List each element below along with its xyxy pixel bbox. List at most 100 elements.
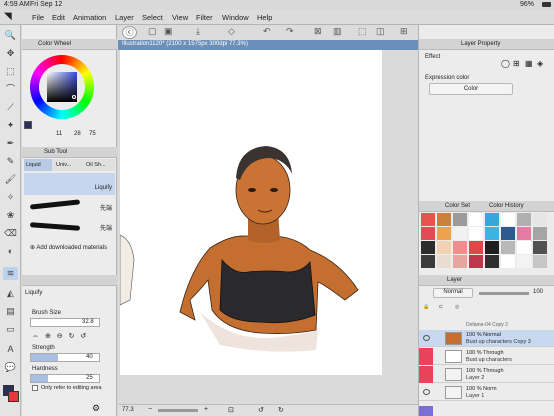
tab-univ[interactable]: Univ... [54, 159, 82, 171]
color-swatch[interactable] [469, 213, 483, 226]
magic-wand-icon[interactable]: ✦ [3, 119, 18, 132]
color-swatch[interactable] [485, 241, 499, 254]
zoom-value[interactable]: 77.3 [122, 407, 134, 413]
artboard[interactable] [119, 50, 382, 375]
color-swatch[interactable] [517, 213, 531, 226]
app-logo-icon[interactable]: ◥ [4, 11, 12, 22]
visibility-eye-icon[interactable] [423, 389, 430, 395]
fill-tool-icon[interactable]: ◭ [3, 287, 18, 300]
effect-icon-4[interactable]: ◈ [537, 59, 543, 68]
tab-color-set[interactable]: Color Set [445, 203, 470, 209]
lasso-tool-icon[interactable]: ⌒ [3, 83, 18, 96]
color-swatch[interactable] [517, 227, 531, 240]
blend-tool-icon[interactable]: ◐ [3, 245, 18, 258]
undo-icon[interactable]: ↶ [263, 26, 271, 37]
layer-row[interactable]: 100 % Normal Bust up characters Copy 3 [419, 330, 554, 347]
transform-icon[interactable]: ◇ [228, 26, 235, 37]
color-swatch[interactable] [453, 241, 467, 254]
menu-select[interactable]: Select [142, 13, 163, 22]
effect-icon-1[interactable]: ◯ [501, 59, 510, 68]
color-swatch[interactable] [485, 213, 499, 226]
rotate-left-icon[interactable]: ↺ [258, 406, 264, 414]
menu-file[interactable]: File [32, 13, 44, 22]
clear-icon[interactable]: ⊠ [314, 26, 322, 37]
color-swatch[interactable] [501, 213, 515, 226]
zoom-in-icon[interactable]: + [204, 406, 208, 413]
settings-icon[interactable]: ⚙ [92, 403, 100, 414]
redo-icon[interactable]: ↷ [286, 26, 294, 37]
airbrush-tool-icon[interactable]: ✧ [3, 191, 18, 204]
invert-icon[interactable]: ◫ [376, 26, 385, 37]
menu-help[interactable]: Help [257, 13, 272, 22]
color-swatch[interactable] [453, 255, 467, 268]
brush-item-liquify[interactable]: Liquify [24, 173, 115, 195]
quick-access-icon[interactable]: ⓒ [122, 26, 137, 39]
color-picker-cursor[interactable] [72, 95, 76, 99]
color-swatch[interactable] [421, 241, 435, 254]
move-tool-icon[interactable]: ✥ [3, 47, 18, 60]
color-swatch[interactable] [421, 255, 435, 268]
tab-color-history[interactable]: Color History [489, 203, 524, 209]
menu-window[interactable]: Window [222, 13, 249, 22]
figure-tool-icon[interactable]: ▭ [3, 323, 18, 336]
clip-icon[interactable]: ⊏ [439, 304, 443, 310]
color-swatch[interactable] [469, 241, 483, 254]
color-swatch[interactable] [533, 241, 547, 254]
refer-editing-checkbox[interactable] [32, 385, 38, 391]
visibility-eye-icon[interactable] [423, 335, 430, 341]
menu-animation[interactable]: Animation [73, 13, 106, 22]
decoration-tool-icon[interactable]: ❀ [3, 209, 18, 222]
color-swatch[interactable] [517, 255, 531, 268]
opacity-slider[interactable] [479, 292, 529, 295]
balloon-tool-icon[interactable]: 💬 [3, 361, 18, 374]
color-swatch[interactable] [421, 227, 435, 240]
text-tool-icon[interactable]: A [3, 343, 18, 356]
color-swatch[interactable] [517, 241, 531, 254]
rotate-right-icon[interactable]: ↻ [278, 406, 284, 414]
menu-view[interactable]: View [172, 13, 188, 22]
color-swatch[interactable] [421, 213, 435, 226]
tab-liquid[interactable]: Liquid [24, 159, 52, 171]
effect-icon-2[interactable]: ⊞ [513, 59, 520, 68]
layer-row[interactable]: 100 % Norm Layer 1 [419, 384, 554, 401]
current-color-swatch[interactable] [24, 121, 32, 129]
add-materials-link[interactable]: ⊕ Add downloaded materials [30, 244, 107, 251]
color-swatch[interactable] [437, 255, 451, 268]
zoom-tool-icon[interactable]: 🔍 [3, 29, 18, 42]
color-swatch[interactable] [533, 213, 547, 226]
color-swatch[interactable] [501, 227, 515, 240]
menu-edit[interactable]: Edit [52, 13, 65, 22]
tab-oil[interactable]: Oil Sh... [84, 159, 114, 171]
expression-color-select[interactable]: Color [429, 83, 513, 95]
color-swatch[interactable] [453, 227, 467, 240]
layer-row[interactable]: 100 % Through Bust up characters [419, 348, 554, 365]
open-file-icon[interactable]: ▣ [164, 26, 173, 37]
effect-icon-3[interactable]: ▦ [525, 59, 533, 68]
color-swatch[interactable] [437, 241, 451, 254]
brush-item-2[interactable]: 先端 [24, 196, 115, 216]
color-swatch[interactable] [485, 255, 499, 268]
color-swatch[interactable] [453, 213, 467, 226]
zoom-out-icon[interactable]: − [148, 406, 152, 413]
color-swatch[interactable] [437, 213, 451, 226]
color-swatch[interactable] [533, 227, 547, 240]
color-swatch[interactable] [501, 255, 515, 268]
color-swatch[interactable] [437, 227, 451, 240]
lock-icon[interactable]: 🔒 [423, 304, 429, 310]
select-tool-icon[interactable]: ⬚ [3, 65, 18, 78]
save-icon[interactable]: ⤓ [196, 26, 200, 37]
fill-icon[interactable]: ▥ [333, 26, 342, 37]
liquify-tool-icon[interactable]: ≋ [3, 267, 18, 280]
menu-filter[interactable]: Filter [196, 13, 213, 22]
color-swatch[interactable] [469, 255, 483, 268]
pencil-tool-icon[interactable]: ✎ [3, 155, 18, 168]
sub-color-chip[interactable] [8, 391, 19, 402]
document-tab[interactable]: Illustration1120* (2100 x 1575px 300dpi … [118, 40, 418, 50]
brush-tool-icon[interactable]: 🖌 [3, 173, 18, 186]
zoom-slider[interactable] [158, 409, 198, 412]
color-swatch[interactable] [485, 227, 499, 240]
new-file-icon[interactable]: ▢ [148, 26, 157, 37]
fit-view-icon[interactable]: ⊡ [228, 406, 234, 414]
eraser-tool-icon[interactable]: ⌫ [3, 227, 18, 240]
menu-layer[interactable]: Layer [115, 13, 134, 22]
